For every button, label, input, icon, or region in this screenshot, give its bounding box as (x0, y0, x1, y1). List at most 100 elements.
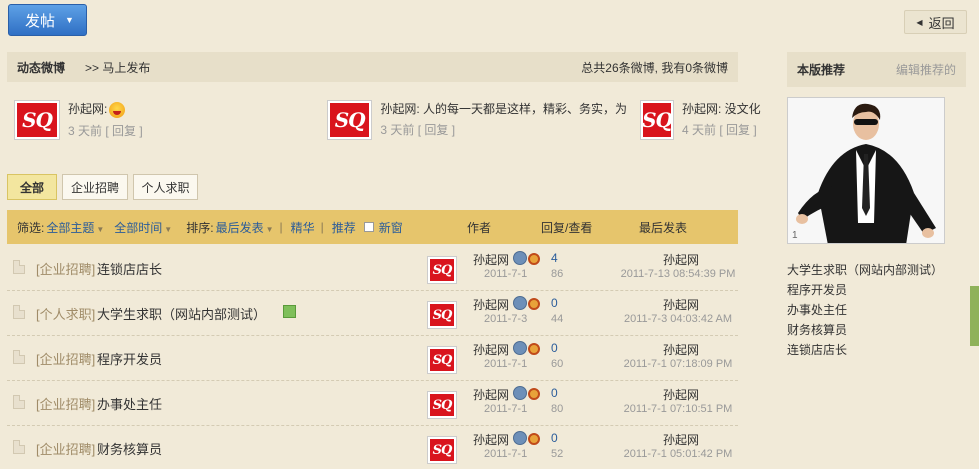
thread-list-header: 筛选: 全部主题 ▼ 全部时间 ▼ 排序: 最后发表 ▼ | 精华 | 推荐 新窗 作… (7, 210, 738, 244)
feed-time: 4 天前 (682, 123, 717, 137)
thread-date: 2011-7-1 (484, 358, 528, 370)
thread-date: 2011-7-1 (484, 448, 528, 460)
feed-time: 3 天前 (68, 123, 103, 138)
weibo-feed-item: SQ 孙起网: 没文化，真 4 天前 [ 回复 ] (640, 100, 762, 140)
author-avatar[interactable]: SQ (427, 391, 457, 419)
all-topics-dropdown[interactable]: 全部主题 ▼ (46, 219, 104, 236)
col-replies-views: 回复/查看 (541, 220, 593, 235)
digest-filter[interactable]: 精华 (291, 219, 315, 236)
thread-category[interactable]: [企业招聘] (36, 394, 95, 413)
thread-title[interactable]: 大学生求职（网站内部测试） (97, 304, 266, 323)
medal-icon (528, 433, 540, 445)
thread-author[interactable]: 孙起网 (473, 341, 509, 358)
view-count: 44 (551, 313, 564, 325)
reply-count[interactable]: 0 (551, 296, 558, 310)
col-author: 作者 (467, 220, 492, 235)
thread-title[interactable]: 连锁店店长 (97, 259, 162, 278)
all-time-dropdown[interactable]: 全部时间 ▼ (114, 219, 172, 236)
recommend-header: 本版推荐 编辑推荐的 (787, 52, 966, 87)
thread-author[interactable]: 孙起网 (473, 251, 509, 268)
last-post-time[interactable]: 2011-7-1 07:18:09 PM (611, 358, 745, 370)
tab-enterprise-recruit[interactable]: 企业招聘 (62, 174, 128, 200)
tab-job-seeking[interactable]: 个人求职 (133, 174, 198, 200)
author-avatar[interactable]: SQ (427, 436, 457, 464)
reply-count[interactable]: 0 (551, 341, 558, 355)
last-post-user[interactable]: 孙起网 (621, 296, 741, 313)
thread-category[interactable]: [个人求职] (36, 304, 95, 323)
last-post-user[interactable]: 孙起网 (621, 386, 741, 403)
thread-title[interactable]: 财务核算员 (97, 439, 162, 458)
recommend-filter[interactable]: 推荐 (332, 219, 356, 236)
thread-title[interactable]: 程序开发员 (97, 349, 162, 368)
post-button[interactable]: 发帖 ▼ (8, 4, 87, 36)
thread-title[interactable]: 办事处主任 (97, 394, 162, 413)
feed-reply-link[interactable]: [ 回复 ] (418, 123, 455, 137)
reply-count[interactable]: 0 (551, 386, 558, 400)
thread-category[interactable]: [企业招聘] (36, 439, 95, 458)
sq-logo[interactable]: SQ (14, 100, 60, 140)
recommend-photo[interactable]: 1 (787, 97, 945, 244)
feed-reply-link[interactable]: [ 回复 ] (105, 124, 142, 138)
document-icon (13, 260, 25, 274)
divider: | (320, 220, 324, 234)
thread-author[interactable]: 孙起网 (473, 296, 509, 313)
last-post-time[interactable]: 2011-7-3 04:03:42 AM (611, 313, 745, 325)
thread-date: 2011-7-3 (484, 313, 528, 325)
feed-text: 孙起网: 人的每一天都是这样，精彩、务实，为 (380, 102, 627, 116)
medal-icon (528, 343, 540, 355)
thread-row: [企业招聘] 财务核算员 SQ 孙起网 2011-7-1 0 52 孙起网 20… (7, 426, 738, 469)
last-post-user[interactable]: 孙起网 (621, 251, 741, 268)
recommend-link[interactable]: 连锁店店长 (787, 341, 847, 358)
user-icon (513, 386, 527, 400)
recommend-title: 本版推荐 (797, 63, 846, 77)
recommend-link[interactable]: 程序开发员 (787, 281, 847, 298)
reply-count[interactable]: 4 (551, 251, 558, 265)
weibo-feed-item: SQ 孙起网: 3 天前 [ 回复 ] (14, 100, 304, 140)
thread-author[interactable]: 孙起网 (473, 386, 509, 403)
document-icon (13, 305, 25, 319)
chevron-down-icon: ▼ (164, 224, 173, 234)
author-avatar[interactable]: SQ (427, 256, 457, 284)
weibo-bar: 动态微博 >> 马上发布 总共26条微博, 我有0条微博 (7, 52, 738, 82)
thread-category[interactable]: [企业招聘] (36, 259, 95, 278)
side-float-tab[interactable] (970, 286, 979, 346)
thread-row: [企业招聘] 连锁店店长 SQ 孙起网 2011-7-1 4 86 孙起网 20… (7, 246, 738, 291)
last-post-time[interactable]: 2011-7-1 07:10:51 PM (611, 403, 745, 415)
last-post-user[interactable]: 孙起网 (621, 431, 741, 448)
tab-all[interactable]: 全部 (7, 174, 57, 200)
view-count: 80 (551, 403, 564, 415)
back-button[interactable]: ◀ 返回 (904, 10, 967, 34)
edit-recommend-link[interactable]: 编辑推荐的 (896, 61, 956, 78)
weibo-stats: 总共26条微博, 我有0条微博 (581, 60, 728, 75)
man-in-suit-photo (788, 98, 944, 243)
user-icon (513, 431, 527, 445)
thread-row: [个人求职] 大学生求职（网站内部测试） SQ 孙起网 2011-7-3 0 4… (7, 291, 738, 336)
new-window-checkbox[interactable] (363, 222, 374, 232)
sort-dropdown[interactable]: 最后发表 ▼ (216, 219, 274, 236)
recommend-link[interactable]: 办事处主任 (787, 301, 847, 318)
view-count: 52 (551, 448, 564, 460)
chevron-down-icon: ▼ (65, 15, 74, 25)
last-post-time[interactable]: 2011-7-13 08:54:39 PM (611, 268, 745, 280)
feed-text: 孙起网: 没文化，真 (682, 102, 762, 116)
user-icon (513, 251, 527, 265)
last-post-time[interactable]: 2011-7-1 05:01:42 PM (611, 448, 745, 460)
weibo-feed-item: SQ 孙起网: 人的每一天都是这样，精彩、务实，为 3 天前 [ 回复 ] (327, 100, 627, 140)
weibo-post-link[interactable]: >> 马上发布 (85, 59, 150, 76)
recommend-link[interactable]: 财务核算员 (787, 321, 847, 338)
last-post-user[interactable]: 孙起网 (621, 341, 741, 358)
thread-author[interactable]: 孙起网 (473, 431, 509, 448)
feed-text: 孙起网: (68, 102, 108, 116)
chevron-down-icon: ▼ (265, 224, 274, 234)
document-icon (13, 440, 25, 454)
sq-logo[interactable]: SQ (327, 100, 373, 140)
author-avatar[interactable]: SQ (427, 346, 457, 374)
feed-reply-link[interactable]: [ 回复 ] (719, 123, 756, 137)
reply-count[interactable]: 0 (551, 431, 558, 445)
author-avatar[interactable]: SQ (427, 301, 457, 329)
thread-category[interactable]: [企业招聘] (36, 349, 95, 368)
feed-time: 3 天前 (380, 123, 415, 137)
sq-logo[interactable]: SQ (640, 100, 674, 140)
medal-icon (528, 388, 540, 400)
recommend-link[interactable]: 大学生求职（网站内部测试） (787, 261, 943, 278)
